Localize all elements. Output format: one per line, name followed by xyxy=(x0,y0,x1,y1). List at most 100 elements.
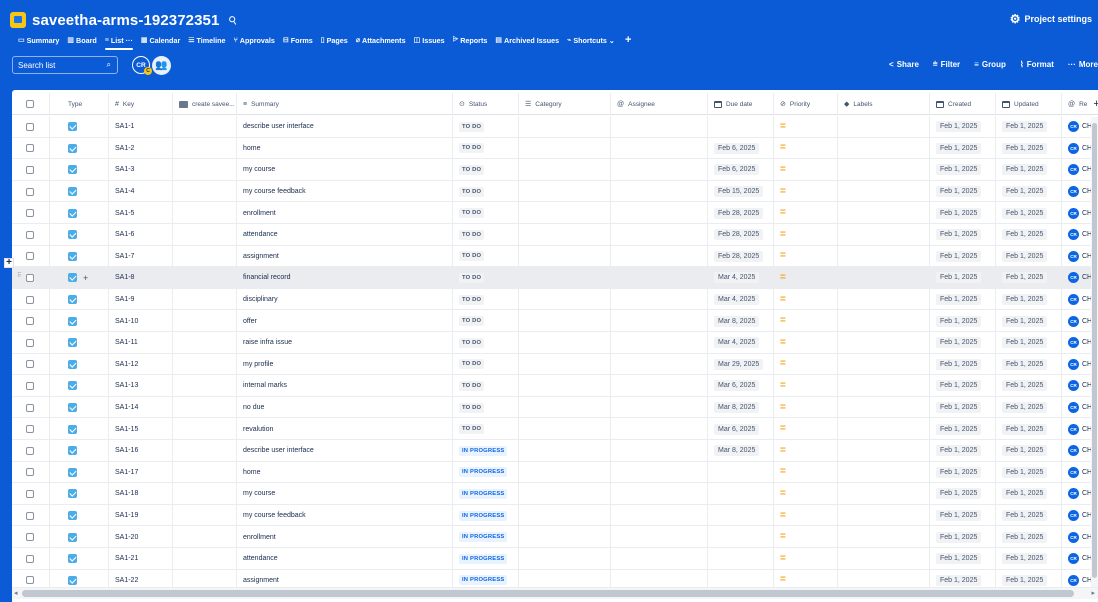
key-cell[interactable]: SA1-2 xyxy=(108,137,172,160)
summary-cell[interactable]: internal marks xyxy=(236,375,452,397)
type-cell[interactable] xyxy=(49,310,108,332)
status-badge[interactable]: TO DO xyxy=(459,251,485,262)
tab-pages[interactable]: ▯ Pages xyxy=(317,33,352,47)
status-badge[interactable]: TO DO xyxy=(459,208,485,219)
vertical-scroll-thumb[interactable] xyxy=(1092,123,1097,578)
category-cell[interactable] xyxy=(518,504,610,527)
assignee-cell[interactable] xyxy=(610,159,707,181)
summary-cell[interactable]: financial record xyxy=(236,267,452,289)
key-cell[interactable]: SA1-19 xyxy=(108,504,172,527)
table-row[interactable]: SA1-18 my course IN PROGRESS = Feb 1, 2025 Fe… xyxy=(12,483,1098,505)
category-cell[interactable] xyxy=(518,440,610,462)
task-type-icon[interactable] xyxy=(68,273,77,283)
type-cell[interactable] xyxy=(49,202,108,224)
category-cell[interactable] xyxy=(518,483,610,505)
project-title[interactable]: saveetha-arms-192372351 xyxy=(32,12,219,29)
issue-key-link[interactable]: SA1-18 xyxy=(115,490,138,497)
tab-issues[interactable]: ◫ Issues xyxy=(410,33,449,47)
labels-cell[interactable] xyxy=(837,418,929,440)
assignee-cell[interactable] xyxy=(610,224,707,246)
task-type-icon[interactable] xyxy=(68,251,77,261)
summary-cell[interactable]: my course xyxy=(236,159,452,181)
summary-cell[interactable]: home xyxy=(236,137,452,160)
category-cell[interactable] xyxy=(518,267,610,289)
labels-cell[interactable] xyxy=(837,548,929,570)
status-cell[interactable]: TO DO xyxy=(452,353,518,376)
category-cell[interactable] xyxy=(518,396,610,419)
row-select-cell[interactable] xyxy=(12,397,49,419)
status-badge[interactable]: TO DO xyxy=(459,229,485,240)
table-row[interactable]: SA1-13 internal marks TO DO Mar 6, 2025 = Feb… xyxy=(12,375,1098,397)
task-type-icon[interactable] xyxy=(68,208,77,218)
labels-cell[interactable] xyxy=(837,116,929,138)
row-checkbox[interactable] xyxy=(26,576,34,585)
create-cell[interactable] xyxy=(172,137,236,160)
status-badge[interactable]: TO DO xyxy=(459,272,485,283)
table-row[interactable]: SA1-10 offer TO DO Mar 8, 2025 = Feb 1, 2025 F… xyxy=(12,310,1098,332)
due-date-cell[interactable]: Feb 6, 2025 xyxy=(707,137,773,160)
horizontal-scroll-thumb[interactable] xyxy=(22,590,1074,597)
status-cell[interactable]: TO DO xyxy=(452,375,518,397)
key-cell[interactable]: SA1-12 xyxy=(108,353,172,376)
column-create[interactable]: create savee... xyxy=(172,93,236,115)
task-type-icon[interactable] xyxy=(68,187,77,197)
tab-shortcuts[interactable]: ⌁ Shortcuts ⌄ xyxy=(563,33,619,47)
task-type-icon[interactable] xyxy=(68,532,77,542)
due-date-cell[interactable]: Mar 6, 2025 xyxy=(707,375,773,397)
create-cell[interactable] xyxy=(172,245,236,268)
row-checkbox[interactable] xyxy=(26,533,34,542)
labels-cell[interactable] xyxy=(837,224,929,246)
issue-key-link[interactable]: SA1-15 xyxy=(115,426,138,433)
assignee-cell[interactable] xyxy=(610,267,707,289)
project-avatar-icon[interactable] xyxy=(10,12,26,28)
task-type-icon[interactable] xyxy=(68,230,77,240)
labels-cell[interactable] xyxy=(837,137,929,160)
due-date-cell[interactable]: Feb 28, 2025 xyxy=(707,224,773,246)
create-cell[interactable] xyxy=(172,504,236,527)
priority-cell[interactable]: = xyxy=(773,396,837,419)
summary-cell[interactable]: my course feedback xyxy=(236,504,452,527)
add-tab-button[interactable]: + xyxy=(619,33,637,47)
row-checkbox[interactable] xyxy=(26,489,34,498)
column-assignee[interactable]: @ Assignee xyxy=(610,93,707,115)
row-checkbox[interactable] xyxy=(26,511,34,520)
key-cell[interactable]: SA1-10 xyxy=(108,310,172,332)
create-cell[interactable] xyxy=(172,202,236,224)
create-cell[interactable] xyxy=(172,418,236,440)
status-badge[interactable]: TO DO xyxy=(459,316,485,327)
row-checkbox[interactable] xyxy=(26,554,34,563)
assignee-cell[interactable] xyxy=(610,137,707,160)
due-date-cell[interactable] xyxy=(707,461,773,484)
column-priority[interactable]: ⊘ Priority xyxy=(773,93,837,115)
priority-cell[interactable]: = xyxy=(773,526,837,548)
type-cell[interactable] xyxy=(49,548,108,570)
priority-cell[interactable]: = xyxy=(773,202,837,224)
status-cell[interactable]: IN PROGRESS xyxy=(452,483,518,505)
tab-archived-issues[interactable]: ▤ Archived Issues xyxy=(491,33,563,47)
type-cell[interactable] xyxy=(49,526,108,548)
labels-cell[interactable] xyxy=(837,396,929,419)
priority-cell[interactable]: = xyxy=(773,180,837,203)
type-cell[interactable] xyxy=(49,418,108,440)
summary-cell[interactable]: raise infra issue xyxy=(236,332,452,354)
project-settings-button[interactable]: ⚙ Project settings xyxy=(1010,12,1092,26)
category-cell[interactable] xyxy=(518,288,610,311)
summary-cell[interactable]: revalution xyxy=(236,418,452,440)
create-cell[interactable] xyxy=(172,396,236,419)
labels-cell[interactable] xyxy=(837,202,929,224)
type-cell[interactable] xyxy=(49,375,108,397)
due-date-cell[interactable]: Mar 4, 2025 xyxy=(707,267,773,289)
tab-forms[interactable]: ⊟ Forms xyxy=(279,33,317,47)
labels-cell[interactable] xyxy=(837,353,929,376)
type-cell[interactable]: + xyxy=(49,267,108,289)
issue-key-link[interactable]: SA1-12 xyxy=(115,361,138,368)
create-cell[interactable] xyxy=(172,375,236,397)
task-type-icon[interactable] xyxy=(68,143,77,153)
task-type-icon[interactable] xyxy=(68,338,77,348)
status-cell[interactable]: TO DO xyxy=(452,332,518,354)
assignee-cell[interactable] xyxy=(610,245,707,268)
drag-handle-icon[interactable]: ⠿ xyxy=(17,272,21,279)
due-date-cell[interactable]: Mar 6, 2025 xyxy=(707,418,773,440)
create-cell[interactable] xyxy=(172,526,236,548)
status-cell[interactable]: TO DO xyxy=(452,288,518,311)
